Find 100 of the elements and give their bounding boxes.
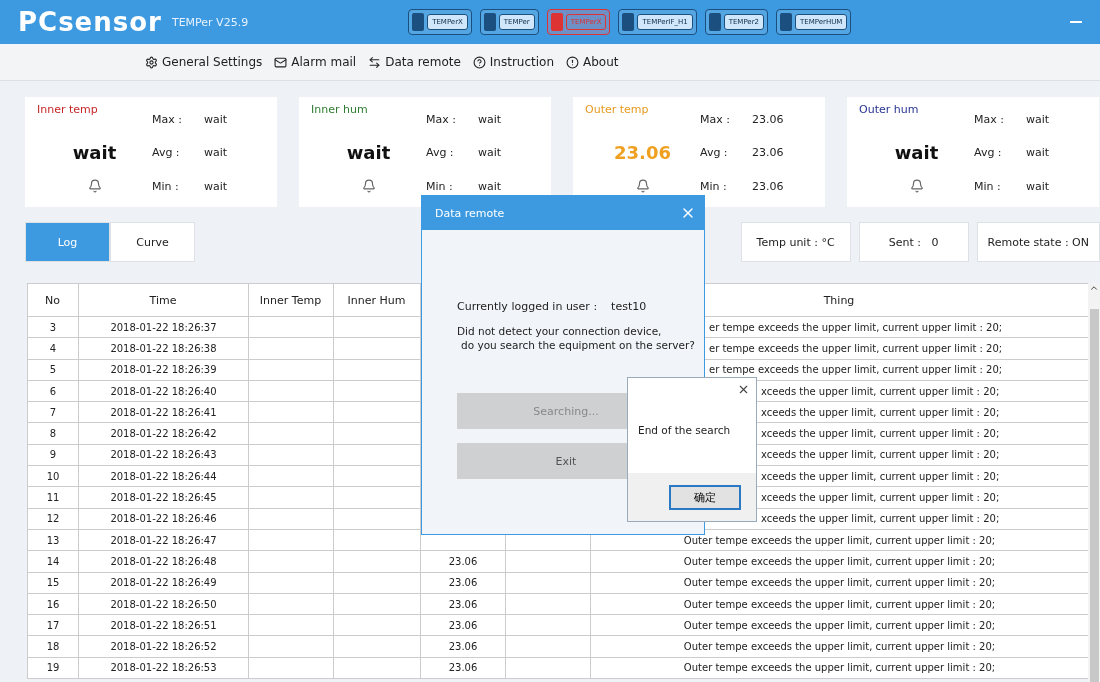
app-logo: PCsensor bbox=[18, 7, 162, 37]
table-cell: 5 bbox=[27, 359, 79, 381]
stat-label: Max : bbox=[426, 113, 457, 127]
bell-icon[interactable] bbox=[87, 179, 102, 194]
table-cell: 17 bbox=[27, 614, 79, 636]
stat-value: wait bbox=[1026, 113, 1051, 127]
stat-label: Min : bbox=[700, 179, 728, 193]
table-cell: 23.06 bbox=[420, 572, 506, 594]
card-title: Outer temp bbox=[585, 103, 650, 116]
table-cell: 7 bbox=[27, 401, 79, 423]
mail-icon bbox=[274, 55, 288, 69]
stat-label: Min : bbox=[974, 179, 1002, 193]
table-cell: 2018-01-22 18:26:44 bbox=[78, 465, 249, 487]
menu-item[interactable]: Instruction bbox=[472, 55, 555, 69]
table-cell: 2018-01-22 18:26:42 bbox=[78, 423, 249, 445]
table-cell: 19 bbox=[27, 657, 79, 679]
table-cell: 16 bbox=[27, 593, 79, 615]
table-cell: 11 bbox=[27, 486, 79, 509]
table-cell: 9 bbox=[27, 444, 79, 466]
ok-button[interactable]: 确定 bbox=[669, 484, 741, 510]
user-name: test10 bbox=[611, 300, 647, 313]
table-cell: 2018-01-22 18:26:47 bbox=[78, 529, 249, 551]
bell-icon[interactable] bbox=[361, 179, 376, 194]
table-cell: 10 bbox=[27, 465, 79, 487]
table-cell: 23.06 bbox=[420, 550, 506, 573]
stat-label: Min : bbox=[152, 179, 180, 193]
stat-value: wait bbox=[478, 113, 503, 127]
table-cell: 2018-01-22 18:26:46 bbox=[78, 508, 249, 530]
card-title: Inner temp bbox=[37, 103, 99, 116]
table-cell: 2018-01-22 18:26:40 bbox=[78, 380, 249, 402]
table-cell: 2018-01-22 18:26:53 bbox=[78, 657, 249, 679]
table-cell: 14 bbox=[27, 550, 79, 573]
dialog-title: Data remote bbox=[435, 206, 505, 220]
close-button[interactable] bbox=[737, 383, 750, 396]
table-cell: 2018-01-22 18:26:41 bbox=[78, 401, 249, 423]
menu-item[interactable]: General Settings bbox=[145, 55, 263, 69]
table-cell: 2018-01-22 18:26:38 bbox=[78, 337, 249, 360]
info-icon bbox=[566, 55, 580, 69]
stat-label: Max : bbox=[152, 113, 183, 127]
column-header: Inner Hum bbox=[333, 283, 421, 317]
help-icon bbox=[472, 55, 486, 69]
table-cell: 23.06 bbox=[420, 635, 506, 658]
menu-item[interactable]: Data remote bbox=[368, 55, 461, 69]
reading-value: 23.06 bbox=[614, 142, 671, 164]
stat-label: Avg : bbox=[700, 146, 729, 160]
column-header: Inner Temp bbox=[248, 283, 334, 317]
app-version: TEMPer V25.9 bbox=[171, 15, 249, 29]
table-cell: 13 bbox=[27, 529, 79, 551]
table-cell: 2018-01-22 18:26:37 bbox=[78, 316, 249, 338]
stat-value: 23.06 bbox=[752, 113, 785, 127]
scroll-up-icon[interactable] bbox=[1089, 283, 1099, 293]
stat-label: Avg : bbox=[426, 146, 455, 160]
table-cell: 2018-01-22 18:26:45 bbox=[78, 486, 249, 509]
stat-value: wait bbox=[478, 179, 503, 193]
table-cell: 23.06 bbox=[420, 614, 506, 636]
table-cell: 2018-01-22 18:26:39 bbox=[78, 359, 249, 381]
table-cell: 2018-01-22 18:26:52 bbox=[78, 635, 249, 658]
table-cell: 6 bbox=[27, 380, 79, 402]
bell-icon[interactable] bbox=[909, 179, 924, 194]
table-cell: 18 bbox=[27, 635, 79, 658]
column-header: Time bbox=[78, 283, 249, 317]
settings-icon bbox=[145, 55, 158, 69]
table-cell: 2018-01-22 18:26:51 bbox=[78, 614, 249, 636]
stat-value: wait bbox=[204, 146, 229, 160]
status-box: Remote state : ON bbox=[976, 222, 1100, 262]
status-box: Sent : 0 bbox=[858, 222, 969, 262]
table-cell: 12 bbox=[27, 508, 79, 530]
arrows-icon bbox=[368, 55, 382, 69]
reading-value: wait bbox=[894, 142, 939, 164]
status-box: Temp unit : °C bbox=[740, 222, 851, 262]
stat-label: Max : bbox=[974, 113, 1005, 127]
table-cell: 23.06 bbox=[420, 593, 506, 615]
table-cell: 2018-01-22 18:26:49 bbox=[78, 572, 249, 594]
table-cell: 2018-01-22 18:26:48 bbox=[78, 550, 249, 573]
table-cell: 23.06 bbox=[420, 657, 506, 679]
stat-value: 23.06 bbox=[752, 179, 785, 193]
reading-value: wait bbox=[346, 142, 391, 164]
menu-item[interactable]: About bbox=[566, 55, 619, 69]
column-header: No bbox=[27, 283, 79, 317]
tab[interactable]: Curve bbox=[110, 222, 195, 262]
table-cell: 3 bbox=[27, 316, 79, 338]
menu-item[interactable]: Alarm mail bbox=[274, 55, 357, 69]
card-title: Inner hum bbox=[311, 103, 369, 116]
bell-icon[interactable] bbox=[635, 179, 650, 194]
stat-value: wait bbox=[204, 179, 229, 193]
table-cell: 8 bbox=[27, 423, 79, 445]
card-title: Outer hum bbox=[859, 103, 920, 116]
stat-label: Min : bbox=[426, 179, 454, 193]
table-cell: 2018-01-22 18:26:50 bbox=[78, 593, 249, 615]
stat-value: wait bbox=[478, 146, 503, 160]
stat-value: wait bbox=[204, 113, 229, 127]
table-cell: 15 bbox=[27, 572, 79, 594]
stat-value: wait bbox=[1026, 179, 1051, 193]
stat-value: 23.06 bbox=[752, 146, 785, 160]
scrollbar[interactable] bbox=[1088, 283, 1100, 682]
stat-label: Avg : bbox=[152, 146, 181, 160]
table-cell: 2018-01-22 18:26:43 bbox=[78, 444, 249, 466]
table-cell: 4 bbox=[27, 337, 79, 360]
reading-value: wait bbox=[72, 142, 117, 164]
stat-label: Avg : bbox=[974, 146, 1003, 160]
